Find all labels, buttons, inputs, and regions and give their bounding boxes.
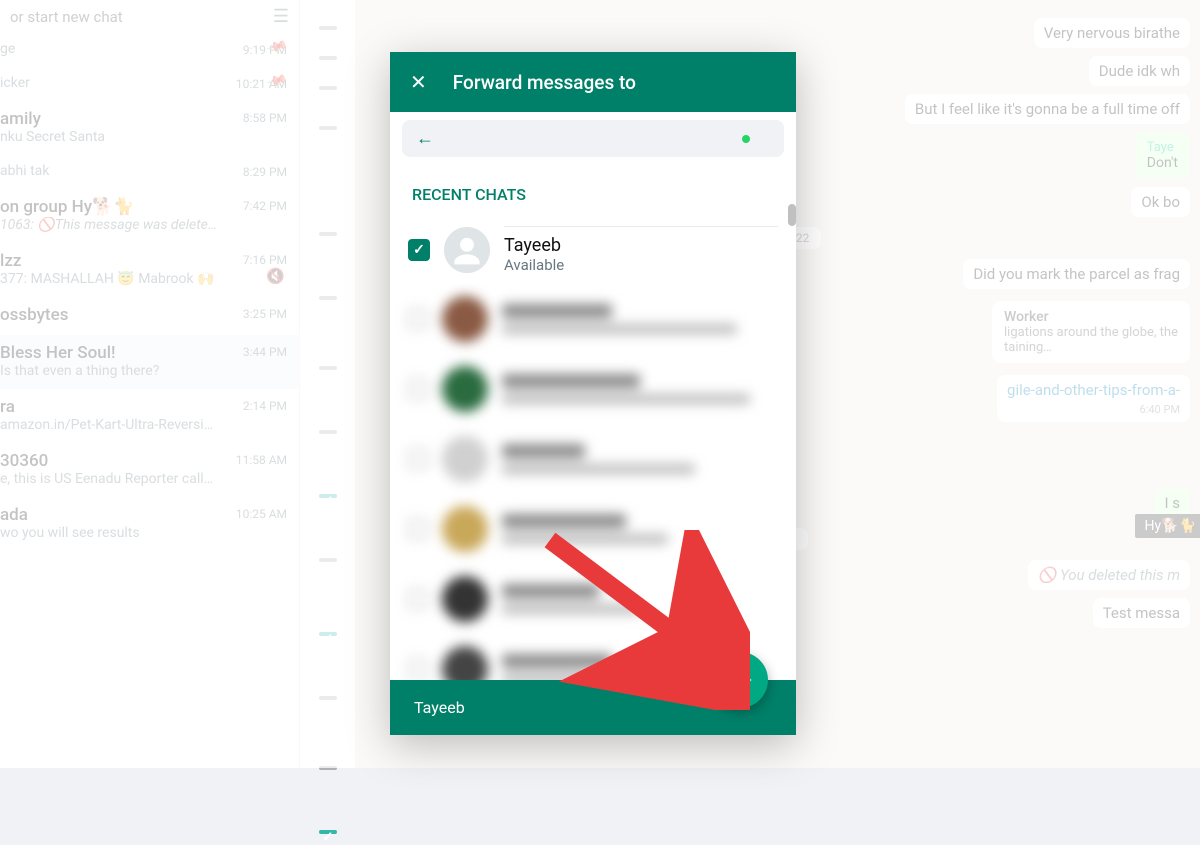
footer-selected-name: Tayeeb bbox=[414, 698, 465, 717]
modal-header: ✕ Forward messages to bbox=[390, 52, 796, 112]
close-icon[interactable]: ✕ bbox=[410, 70, 427, 94]
forward-modal: ✕ Forward messages to ← RECENT CHATS ✓ T… bbox=[390, 52, 796, 735]
contact-name: Tayeeb bbox=[504, 235, 778, 256]
section-label: RECENT CHATS bbox=[390, 165, 796, 216]
contact-status: Available bbox=[504, 256, 778, 274]
back-arrow-icon[interactable]: ← bbox=[416, 128, 434, 149]
contact-row-selected[interactable]: ✓ Tayeeb Available bbox=[390, 216, 796, 284]
contact-info: Tayeeb Available bbox=[504, 226, 778, 274]
message-checkbox[interactable] bbox=[319, 830, 337, 834]
checkbox-checked-icon[interactable]: ✓ bbox=[408, 239, 430, 261]
scrollbar[interactable] bbox=[788, 204, 796, 226]
send-icon bbox=[727, 667, 753, 693]
modal-search-wrap: ← bbox=[390, 112, 796, 165]
blurred-contact-list bbox=[390, 284, 796, 680]
modal-title: Forward messages to bbox=[453, 71, 636, 94]
send-button[interactable] bbox=[712, 652, 768, 708]
typing-indicator-icon bbox=[742, 135, 750, 143]
avatar bbox=[444, 227, 490, 273]
modal-footer: Tayeeb bbox=[390, 680, 796, 735]
modal-search-input[interactable]: ← bbox=[402, 120, 784, 157]
